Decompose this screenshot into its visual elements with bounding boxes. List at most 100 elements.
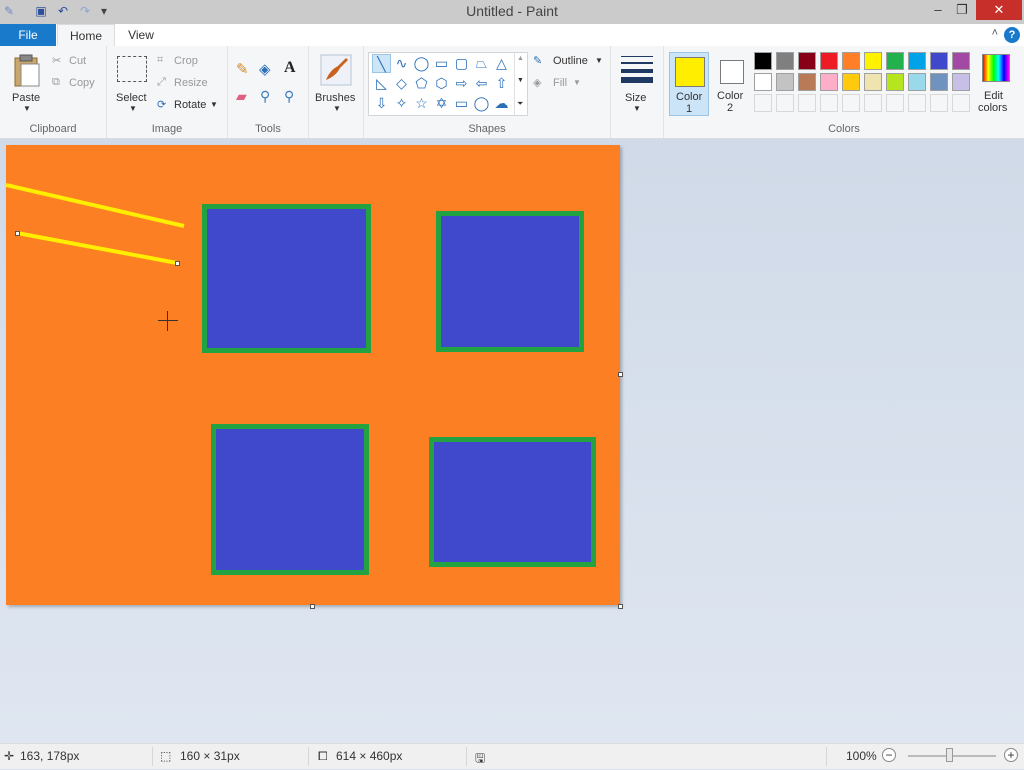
rectangle-shape-icon[interactable]: ▭ <box>432 54 451 73</box>
eraser-icon[interactable]: ▰ <box>236 88 247 105</box>
color2-selector[interactable]: Color 2 <box>711 52 751 116</box>
blue-rectangle-3 <box>211 424 369 575</box>
six-point-star-shape-icon[interactable]: ✡ <box>432 94 451 113</box>
outline-icon: ✎ <box>533 55 543 67</box>
pentagon-shape-icon[interactable]: ⬠ <box>412 74 431 93</box>
canvas-resize-handle-bottom[interactable] <box>310 604 315 609</box>
palette-swatch[interactable] <box>754 73 772 91</box>
work-area[interactable] <box>0 139 1024 743</box>
palette-swatch[interactable] <box>908 52 926 70</box>
palette-swatch[interactable] <box>864 52 882 70</box>
close-button[interactable]: ✕ <box>976 0 1022 20</box>
palette-swatch[interactable] <box>930 73 948 91</box>
palette-empty-swatch[interactable] <box>820 94 838 112</box>
restore-button[interactable]: ❐ <box>946 0 978 20</box>
paste-button[interactable]: Paste ▼ <box>6 50 48 114</box>
cloud-callout-shape-icon[interactable]: ☁ <box>492 94 511 113</box>
palette-empty-swatch[interactable] <box>952 94 970 112</box>
triangle-shape-icon[interactable]: △ <box>492 54 511 73</box>
line-shape-icon[interactable]: ╲ <box>372 54 391 73</box>
palette-empty-swatch[interactable] <box>776 94 794 112</box>
brushes-button[interactable]: Brushes ▼ <box>313 50 361 114</box>
blue-rectangle-4 <box>429 437 596 567</box>
tab-view[interactable]: View <box>114 24 168 46</box>
curve-shape-icon[interactable]: ∿ <box>392 54 411 73</box>
zoom-level: 100% <box>846 749 877 763</box>
palette-swatch[interactable] <box>952 52 970 70</box>
line-endpoint-handle-end[interactable] <box>175 261 180 266</box>
up-arrow-shape-icon[interactable]: ⇧ <box>492 74 511 93</box>
hexagon-shape-icon[interactable]: ⬡ <box>432 74 451 93</box>
palette-swatch[interactable] <box>952 73 970 91</box>
fill-bucket-icon[interactable]: ◈ <box>259 60 271 78</box>
zoom-out-button[interactable]: − <box>882 748 896 762</box>
canvas-resize-handle-right[interactable] <box>618 372 623 377</box>
palette-empty-swatch[interactable] <box>930 94 948 112</box>
size-button[interactable]: Size ▼ <box>617 50 657 114</box>
tab-home[interactable]: Home <box>57 24 115 47</box>
minimize-ribbon-icon[interactable]: ˄ <box>992 27 998 39</box>
color1-selector[interactable]: Color 1 <box>669 52 709 116</box>
palette-swatch[interactable] <box>864 73 882 91</box>
copy-button[interactable]: ⧉ Copy <box>52 76 102 92</box>
palette-empty-swatch[interactable] <box>842 94 860 112</box>
canvas-resize-handle-corner[interactable] <box>618 604 623 609</box>
palette-swatch[interactable] <box>754 52 772 70</box>
palette-empty-swatch[interactable] <box>754 94 772 112</box>
oval-shape-icon[interactable]: ◯ <box>412 54 431 73</box>
select-button[interactable]: Select ▼ <box>113 50 153 114</box>
zoom-in-button[interactable]: + <box>1004 748 1018 762</box>
palette-empty-swatch[interactable] <box>864 94 882 112</box>
palette-swatch[interactable] <box>798 73 816 91</box>
line-endpoint-handle-start[interactable] <box>15 231 20 236</box>
rainbow-icon <box>982 54 1010 82</box>
rect-callout-shape-icon[interactable]: ▭ <box>452 94 471 113</box>
shapes-scrollbar[interactable]: ▲ ▼ ⏷ <box>514 53 527 115</box>
scroll-up-icon[interactable]: ▲ <box>517 55 524 62</box>
right-triangle-shape-icon[interactable]: ◺ <box>372 74 391 93</box>
scroll-down-icon[interactable]: ▼ <box>517 77 524 84</box>
magnifier-icon[interactable]: ⚲ <box>284 88 294 105</box>
outline-button[interactable]: ✎ Outline ▼ <box>533 54 605 70</box>
tab-file[interactable]: File <box>0 24 56 46</box>
palette-swatch[interactable] <box>776 73 794 91</box>
palette-swatch[interactable] <box>886 52 904 70</box>
palette-swatch[interactable] <box>886 73 904 91</box>
color-picker-icon[interactable]: ⚲ <box>260 88 270 105</box>
crop-button[interactable]: ⌗ Crop <box>157 54 221 70</box>
left-arrow-shape-icon[interactable]: ⇦ <box>472 74 491 93</box>
crop-label: Crop <box>174 55 198 67</box>
palette-swatch[interactable] <box>798 52 816 70</box>
palette-swatch[interactable] <box>908 73 926 91</box>
polygon-shape-icon[interactable]: ⏢ <box>472 54 491 73</box>
resize-button[interactable]: ⤢ Resize <box>157 76 221 92</box>
four-point-star-shape-icon[interactable]: ✧ <box>392 94 411 113</box>
diamond-shape-icon[interactable]: ◇ <box>392 74 411 93</box>
palette-swatch[interactable] <box>820 73 838 91</box>
palette-swatch[interactable] <box>842 73 860 91</box>
select-dropdown-icon: ▼ <box>129 104 137 113</box>
edit-colors-button[interactable]: Edit colors <box>976 52 1016 116</box>
down-arrow-shape-icon[interactable]: ⇩ <box>372 94 391 113</box>
gallery-expand-icon[interactable]: ⏷ <box>517 99 523 109</box>
right-arrow-shape-icon[interactable]: ⇨ <box>452 74 471 93</box>
oval-callout-shape-icon[interactable]: ◯ <box>472 94 491 113</box>
pencil-icon[interactable]: ✎ <box>236 60 249 78</box>
help-icon[interactable]: ? <box>1004 27 1020 43</box>
palette-empty-swatch[interactable] <box>908 94 926 112</box>
palette-empty-swatch[interactable] <box>798 94 816 112</box>
palette-swatch[interactable] <box>820 52 838 70</box>
palette-swatch[interactable] <box>776 52 794 70</box>
cut-button[interactable]: ✂ Cut <box>52 54 102 70</box>
zoom-slider-thumb[interactable] <box>946 748 953 762</box>
text-icon[interactable]: A <box>284 59 296 77</box>
fill-label: Fill <box>553 77 568 89</box>
drawing-canvas[interactable] <box>6 145 620 605</box>
palette-swatch[interactable] <box>842 52 860 70</box>
palette-empty-swatch[interactable] <box>886 94 904 112</box>
rounded-rectangle-shape-icon[interactable]: ▢ <box>452 54 471 73</box>
rotate-button[interactable]: ⟳ Rotate ▼ <box>157 98 223 114</box>
five-point-star-shape-icon[interactable]: ☆ <box>412 94 431 113</box>
fill-button[interactable]: ◈ Fill ▼ <box>533 76 605 92</box>
palette-swatch[interactable] <box>930 52 948 70</box>
